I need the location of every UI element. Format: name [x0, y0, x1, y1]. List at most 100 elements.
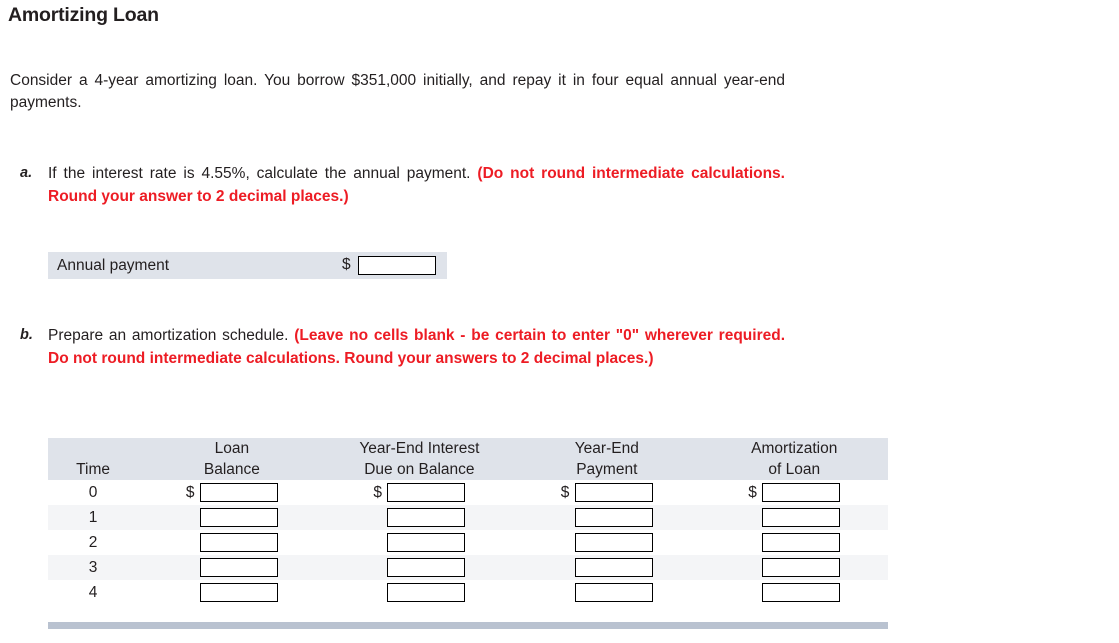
payment-cell: $ [513, 555, 701, 580]
header-amortization: Amortization of Loan [700, 438, 888, 480]
interest-due-cell: $ [325, 555, 514, 580]
loan-balance-cell-inner: $ [186, 558, 278, 577]
payment-cell-inner: $ [561, 583, 653, 602]
loan-balance-input[interactable] [199, 483, 278, 502]
interest-due-cell-inner: $ [373, 483, 466, 502]
header-payment: Year-End Payment [513, 438, 701, 480]
part-a-marker: a. [20, 165, 33, 181]
payment-cell-inner: $ [561, 483, 653, 502]
amortization-cell: $ [700, 530, 888, 555]
loan-balance-input[interactable] [199, 583, 278, 602]
interest-due-cell: $ [325, 580, 514, 605]
amortization-input[interactable] [762, 483, 841, 502]
payment-input[interactable] [574, 533, 653, 552]
payment-cell: $ [513, 530, 701, 555]
table-row: 2 $ $ $ $ [48, 530, 888, 555]
interest-due-input[interactable] [387, 583, 466, 602]
interest-due-input[interactable] [387, 558, 466, 577]
problem-intro: Consider a 4-year amortizing loan. You b… [10, 72, 785, 111]
interest-due-cell-inner: $ [373, 508, 466, 527]
time-cell: 3 [48, 555, 139, 580]
time-cell: 1 [48, 505, 139, 530]
annual-payment-row: Annual payment $ [48, 252, 447, 279]
payment-input[interactable] [574, 508, 653, 527]
amortization-schedule: Time Loan Balance Year-End Interest Due … [48, 438, 888, 605]
time-cell: 2 [48, 530, 139, 555]
header-loan-balance: Loan Balance [138, 438, 326, 480]
annual-payment-input[interactable] [358, 256, 436, 275]
loan-balance-cell-inner: $ [186, 533, 278, 552]
page-title: Amortizing Loan [8, 4, 159, 26]
part-b-marker: b. [20, 327, 33, 343]
amortization-cell-inner: $ [748, 508, 841, 527]
loan-balance-input[interactable] [199, 533, 278, 552]
schedule-body: 0 $ $ $ $1 $ $ $ $2 $ $ $ $3 $ $ $ $4 $ $ $ $ [48, 480, 888, 605]
loan-balance-cell-inner: $ [186, 508, 278, 527]
payment-input[interactable] [574, 583, 653, 602]
interest-due-input[interactable] [387, 508, 466, 527]
amortization-cell-inner: $ [748, 483, 841, 502]
interest-due-cell: $ [325, 530, 514, 555]
payment-cell-inner: $ [561, 558, 653, 577]
header-interest-due: Year-End Interest Due on Balance [325, 438, 514, 480]
table-row: 3 $ $ $ $ [48, 555, 888, 580]
interest-due-input[interactable] [387, 533, 466, 552]
loan-balance-cell: $ [138, 580, 326, 605]
payment-cell: $ [513, 580, 701, 605]
amortization-cell-inner: $ [748, 558, 841, 577]
payment-cell-inner: $ [561, 508, 653, 527]
interest-due-cell-inner: $ [373, 558, 466, 577]
payment-currency: $ [560, 483, 570, 501]
loan-balance-input[interactable] [199, 508, 278, 527]
amortization-input[interactable] [762, 558, 841, 577]
part-a-body: If the interest rate is 4.55%, calculate… [48, 162, 785, 208]
annual-payment-label: Annual payment [57, 256, 170, 274]
part-b-body: Prepare an amortization schedule. (Leave… [48, 324, 785, 370]
header-amortization-line1: Amortization [751, 440, 838, 457]
annual-payment-currency: $ [342, 256, 351, 273]
part-a-question: If the interest rate is 4.55%, calculate… [48, 165, 478, 182]
header-interest-due-line2: Due on Balance [364, 461, 475, 478]
interest-due-cell-inner: $ [373, 533, 466, 552]
header-loan-balance-line2: Balance [203, 461, 260, 478]
loan-balance-cell: $ [138, 530, 326, 555]
worksheet-page: Amortizing Loan Consider a 4-year amorti… [0, 0, 1119, 643]
loan-balance-cell-inner: $ [186, 483, 278, 502]
table-row: 4 $ $ $ $ [48, 580, 888, 605]
payment-cell-inner: $ [561, 533, 653, 552]
part-a: a. If the interest rate is 4.55%, calcul… [20, 162, 785, 208]
amortization-input[interactable] [762, 533, 841, 552]
amortization-cell: $ [700, 580, 888, 605]
amortization-cell-inner: $ [748, 583, 841, 602]
interest-due-currency: $ [373, 483, 382, 501]
interest-due-cell-inner: $ [373, 583, 466, 602]
header-time-line2: Time [76, 461, 111, 478]
footer-bar [48, 622, 888, 629]
loan-balance-cell: $ [138, 555, 326, 580]
loan-balance-input[interactable] [199, 558, 278, 577]
loan-balance-cell: $ [138, 505, 326, 530]
interest-due-cell: $ [325, 480, 514, 505]
payment-cell: $ [513, 480, 701, 505]
time-cell: 0 [48, 480, 139, 505]
header-interest-due-line1: Year-End Interest [359, 440, 480, 457]
amortization-input[interactable] [762, 583, 841, 602]
header-payment-line1: Year-End [574, 440, 639, 457]
header-loan-balance-line1: Loan [214, 440, 250, 457]
loan-balance-cell: $ [138, 480, 326, 505]
amortization-cell: $ [700, 555, 888, 580]
table-row: 0 $ $ $ $ [48, 480, 888, 505]
interest-due-input[interactable] [387, 483, 466, 502]
amortization-cell: $ [700, 480, 888, 505]
amortization-currency: $ [748, 483, 757, 501]
amortization-cell: $ [700, 505, 888, 530]
loan-balance-cell-inner: $ [186, 583, 278, 602]
part-b: b. Prepare an amortization schedule. (Le… [20, 324, 785, 370]
schedule-header-row: Time Loan Balance Year-End Interest Due … [48, 438, 888, 480]
header-payment-line2: Payment [576, 461, 638, 478]
payment-input[interactable] [574, 483, 653, 502]
payment-input[interactable] [574, 558, 653, 577]
header-time: Time [48, 438, 139, 480]
time-cell: 4 [48, 580, 139, 605]
amortization-input[interactable] [762, 508, 841, 527]
